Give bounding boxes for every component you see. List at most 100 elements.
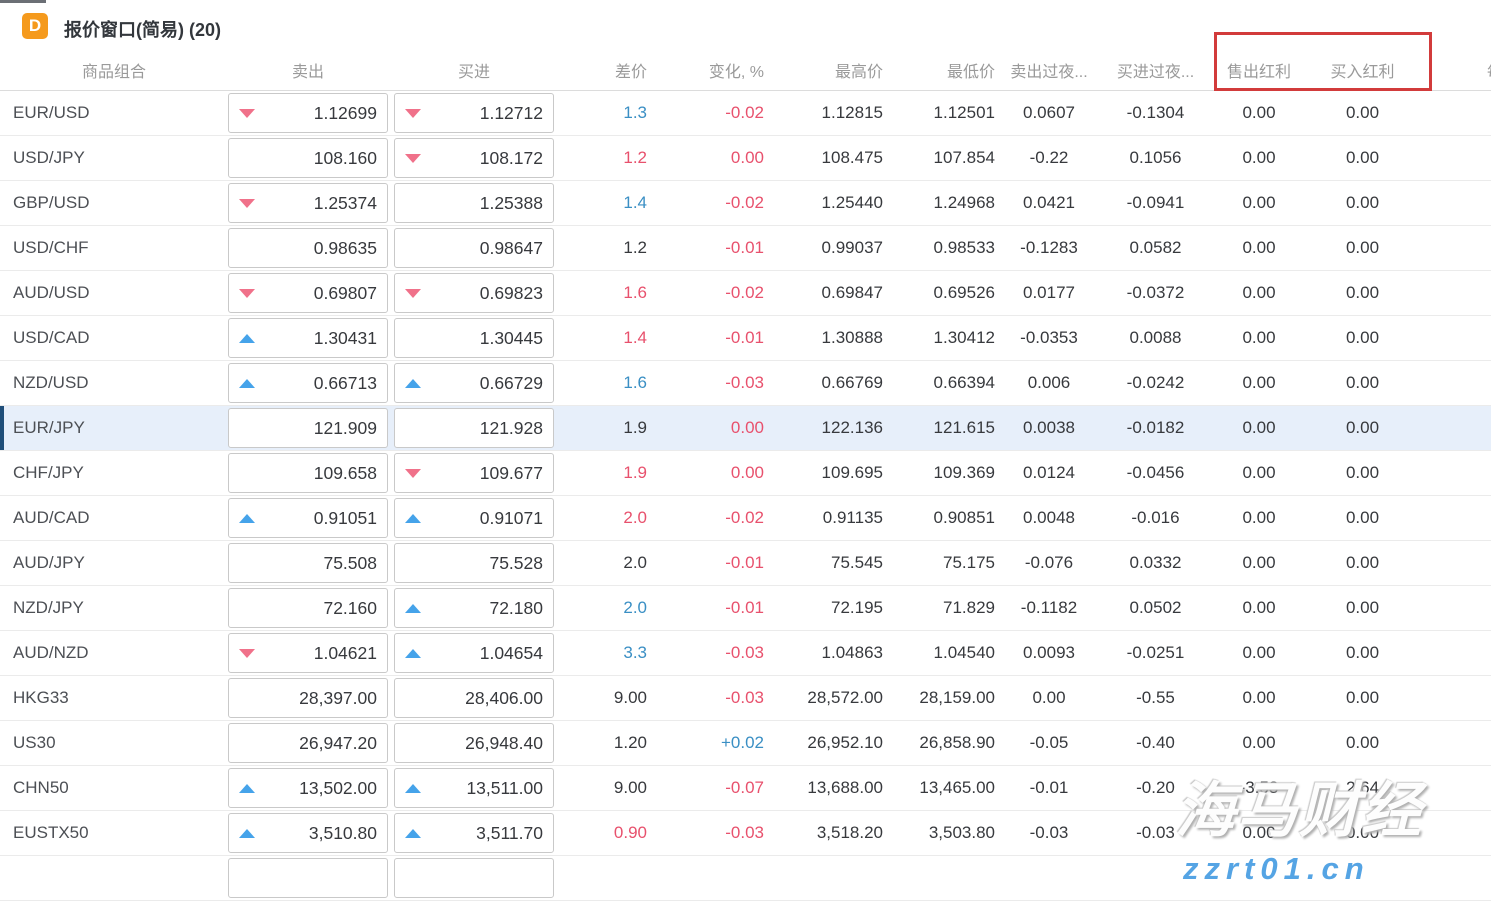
high-value: 109.695 [764,463,883,483]
buy-overnight-value: -0.40 [1103,733,1208,753]
table-row[interactable]: EUR/JPY 121.909 121.928 1.9 0.00 122.136… [0,406,1491,451]
spread-value: 0.90 [554,823,650,843]
buy-price-button[interactable] [394,858,554,898]
column-header-spread[interactable]: 差价 [554,58,650,82]
sell-price-button[interactable]: 1.25374 [228,183,388,223]
table-row[interactable]: USD/CAD 1.30431 1.30445 1.4 -0.01 1.3088… [0,316,1491,361]
buy-price: 1.04654 [421,643,543,664]
buy-price-button[interactable]: 1.25388 [394,183,554,223]
buy-price-button[interactable]: 3,511.70 [394,813,554,853]
column-header-buy-dividend[interactable]: 买入红利 [1310,58,1415,82]
sell-price-button[interactable]: 121.909 [228,408,388,448]
sell-price-button[interactable]: 3,510.80 [228,813,388,853]
symbol-label: EUR/USD [0,103,228,123]
change-value: +0.02 [650,733,764,753]
sell-price-button[interactable]: 28,397.00 [228,678,388,718]
sell-dividend-value: 0.00 [1208,598,1310,618]
sell-cell: 0.66713 [228,363,388,403]
buy-price-button[interactable]: 72.180 [394,588,554,628]
column-header-buy[interactable]: 买进 [394,58,554,82]
table-row[interactable]: NZD/JPY 72.160 72.180 2.0 -0.01 72.195 7… [0,586,1491,631]
column-header-symbol[interactable]: 商品组合 [0,58,228,82]
sell-price-button[interactable]: 108.160 [228,138,388,178]
sell-cell: 75.508 [228,543,388,583]
high-value: 1.12815 [764,103,883,123]
sell-price-button[interactable]: 109.658 [228,453,388,493]
sell-cell: 1.30431 [228,318,388,358]
table-row[interactable]: EUSTX50 3,510.80 3,511.70 0.90 -0.03 3,5… [0,811,1491,856]
sell-dividend-value: 0.00 [1208,328,1310,348]
symbol-label: AUD/USD [0,283,228,303]
column-header-high[interactable]: 最高价 [764,58,883,82]
buy-price-button[interactable]: 13,511.00 [394,768,554,808]
sell-price-button[interactable]: 1.12699 [228,93,388,133]
buy-trend-arrow-icon [405,379,421,388]
buy-price-button[interactable]: 0.66729 [394,363,554,403]
table-row[interactable]: AUD/JPY 75.508 75.528 2.0 -0.01 75.545 7… [0,541,1491,586]
sell-price-button[interactable]: 0.69807 [228,273,388,313]
column-header-low[interactable]: 最低价 [883,58,995,82]
buy-cell: 1.30445 [394,318,554,358]
table-row[interactable]: AUD/USD 0.69807 0.69823 1.6 -0.02 0.6984… [0,271,1491,316]
buy-dividend-value: 0.00 [1310,193,1415,213]
buy-price-button[interactable]: 109.677 [394,453,554,493]
table-row[interactable]: NZD/USD 0.66713 0.66729 1.6 -0.03 0.6676… [0,361,1491,406]
sell-cell: 26,947.20 [228,723,388,763]
sell-cell: 3,510.80 [228,813,388,853]
buy-price-button[interactable]: 0.69823 [394,273,554,313]
buy-price: 1.25388 [421,193,543,214]
table-row[interactable]: GBP/USD 1.25374 1.25388 1.4 -0.02 1.2544… [0,181,1491,226]
change-value: 0.00 [650,418,764,438]
sell-price-button[interactable]: 26,947.20 [228,723,388,763]
sell-cell: 28,397.00 [228,678,388,718]
sell-price-button[interactable]: 1.04621 [228,633,388,673]
buy-price-button[interactable]: 121.928 [394,408,554,448]
sell-price: 13,502.00 [255,778,377,799]
table-row[interactable]: HKG33 28,397.00 28,406.00 9.00 -0.03 28,… [0,676,1491,721]
column-header-sell-dividend[interactable]: 售出红利 [1208,58,1310,82]
sell-overnight-value: -0.22 [995,148,1103,168]
sell-price-button[interactable]: 0.66713 [228,363,388,403]
spread-value: 9.00 [554,688,650,708]
sell-price: 72.160 [255,598,377,619]
sell-price-button[interactable]: 0.98635 [228,228,388,268]
buy-dividend-value: 0.00 [1310,688,1415,708]
table-row-partial[interactable] [0,856,1491,901]
table-row[interactable]: USD/JPY 108.160 108.172 1.2 0.00 108.475… [0,136,1491,181]
column-header-sell-overnight[interactable]: 卖出过夜... [995,58,1103,82]
buy-price-button[interactable]: 75.528 [394,543,554,583]
column-header-per[interactable]: 每 [1415,58,1491,82]
table-row[interactable]: CHN50 13,502.00 13,511.00 9.00 -0.07 13,… [0,766,1491,811]
buy-price: 0.66729 [421,373,543,394]
column-header-buy-overnight[interactable]: 买进过夜... [1103,58,1208,82]
sell-price-button[interactable]: 0.91051 [228,498,388,538]
buy-price-button[interactable]: 26,948.40 [394,723,554,763]
buy-price-button[interactable]: 108.172 [394,138,554,178]
table-row[interactable]: US30 26,947.20 26,948.40 1.20 +0.02 26,9… [0,721,1491,766]
table-row[interactable]: USD/CHF 0.98635 0.98647 1.2 -0.01 0.9903… [0,226,1491,271]
buy-price-button[interactable]: 1.12712 [394,93,554,133]
column-header-sell[interactable]: 卖出 [228,58,388,82]
table-row[interactable]: EUR/USD 1.12699 1.12712 1.3 -0.02 1.1281… [0,91,1491,136]
sell-price-button[interactable]: 75.508 [228,543,388,583]
buy-dividend-value: 0.00 [1310,553,1415,573]
low-value: 1.30412 [883,328,995,348]
sell-price-button[interactable] [228,858,388,898]
sell-overnight-value: 0.006 [995,373,1103,393]
buy-price-button[interactable]: 28,406.00 [394,678,554,718]
sell-trend-arrow-icon [239,109,255,118]
symbol-label: AUD/CAD [0,508,228,528]
table-row[interactable]: AUD/NZD 1.04621 1.04654 3.3 -0.03 1.0486… [0,631,1491,676]
table-row[interactable]: CHF/JPY 109.658 109.677 1.9 0.00 109.695… [0,451,1491,496]
buy-overnight-value: -0.0242 [1103,373,1208,393]
table-row[interactable]: AUD/CAD 0.91051 0.91071 2.0 -0.02 0.9113… [0,496,1491,541]
sell-price-button[interactable]: 1.30431 [228,318,388,358]
sell-price-button[interactable]: 72.160 [228,588,388,628]
buy-price-button[interactable]: 0.98647 [394,228,554,268]
buy-price-button[interactable]: 1.30445 [394,318,554,358]
buy-price-button[interactable]: 1.04654 [394,633,554,673]
column-header-change[interactable]: 变化, % [650,58,764,82]
sell-price-button[interactable]: 13,502.00 [228,768,388,808]
buy-price-button[interactable]: 0.91071 [394,498,554,538]
buy-cell: 72.180 [394,588,554,628]
